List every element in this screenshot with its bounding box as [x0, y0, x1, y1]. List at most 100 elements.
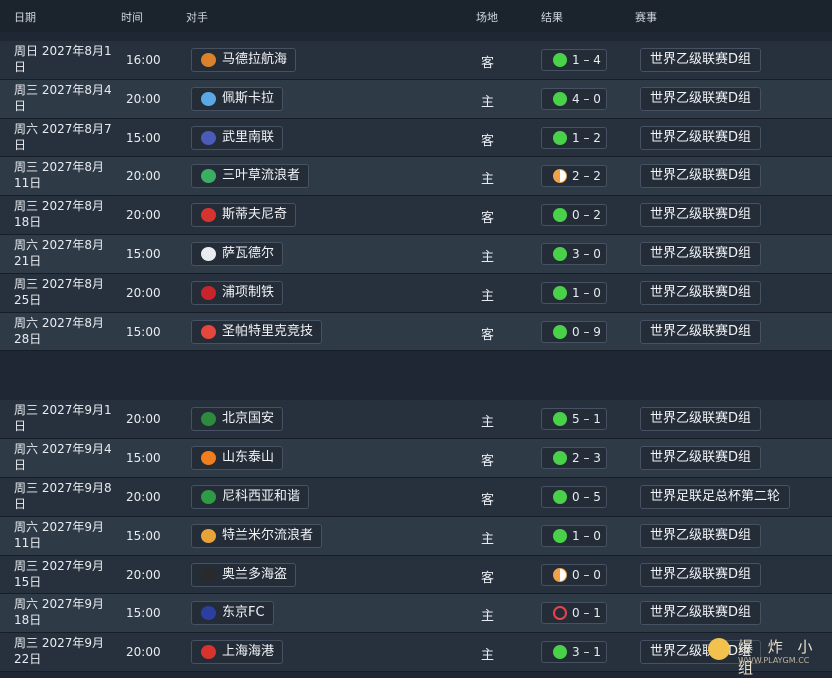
- result-button[interactable]: 2 – 3: [541, 447, 607, 470]
- opponent-button[interactable]: 斯蒂夫尼奇: [191, 203, 297, 228]
- result-button[interactable]: 1 – 0: [541, 524, 607, 547]
- result-win-icon: [553, 130, 567, 145]
- result-win-icon: [553, 489, 567, 504]
- result-button[interactable]: 3 – 0: [541, 242, 607, 265]
- fixture-row[interactable]: 周六 2027年9月4日 15:00 山东泰山 客 2 – 3 世界乙级联赛D组: [0, 439, 832, 478]
- fixture-row[interactable]: 周三 2027年8月4日 20:00 佩斯卡拉 主 4 – 0 世界乙级联赛D组: [0, 79, 832, 119]
- result-score: 3 – 0: [572, 246, 601, 261]
- result-button[interactable]: 1 – 4: [541, 49, 607, 71]
- fixture-row[interactable]: 周三 2027年9月1日 20:00 北京国安 主 5 – 1 世界乙级联赛D组: [0, 400, 832, 440]
- fixture-time: 15:00: [126, 130, 161, 145]
- competition-button[interactable]: 世界乙级联赛D组: [640, 164, 762, 189]
- result-button[interactable]: 5 – 1: [541, 408, 607, 431]
- competition-button[interactable]: 世界乙级联赛D组: [640, 562, 762, 587]
- opponent-button[interactable]: 东京FC: [191, 601, 274, 626]
- competition-button[interactable]: 世界乙级联赛D组: [640, 446, 762, 471]
- opponent-name: 上海海港: [222, 644, 275, 660]
- opponent-button[interactable]: 浦项制铁: [191, 280, 284, 305]
- fixture-venue: 客: [481, 327, 495, 343]
- competition-button[interactable]: 世界乙级联赛D组: [640, 86, 762, 111]
- result-button[interactable]: 0 – 5: [541, 485, 607, 508]
- club-badge-icon: [201, 528, 216, 543]
- result-button[interactable]: 1 – 0: [541, 281, 607, 304]
- fixture-date: 周六 2027年8月21日: [14, 237, 104, 268]
- competition-button[interactable]: 世界乙级联赛D组: [640, 203, 762, 228]
- header-time[interactable]: 时间: [121, 9, 143, 25]
- fixture-time: 20:00: [126, 489, 161, 504]
- result-button[interactable]: 3 – 1: [541, 641, 607, 664]
- header-result[interactable]: 结果: [541, 9, 563, 25]
- competition-button[interactable]: 世界乙级联赛D组: [640, 407, 762, 432]
- opponent-name: 奥兰多海盗: [222, 566, 288, 582]
- result-button[interactable]: 0 – 1: [541, 602, 607, 625]
- opponent-button[interactable]: 尼科西亚和谐: [191, 484, 310, 509]
- fixture-date: 周日 2027年8月1日: [14, 44, 112, 74]
- club-badge-icon: [201, 645, 216, 660]
- fixture-row[interactable]: 周日 2027年8月1日 16:00 马德拉航海 客 1 – 4 世界乙级联赛D组: [0, 41, 832, 80]
- result-button[interactable]: 1 – 2: [541, 126, 607, 149]
- header-competition[interactable]: 赛事: [635, 9, 657, 25]
- result-button[interactable]: 0 – 2: [541, 204, 607, 227]
- opponent-button[interactable]: 萨瓦德尔: [191, 241, 284, 266]
- opponent-button[interactable]: 马德拉航海: [191, 48, 297, 72]
- fixture-date: 周六 2027年9月4日: [14, 442, 112, 473]
- competition-name: 世界乙级联赛D组: [650, 450, 752, 466]
- fixture-row[interactable]: 周六 2027年9月18日 15:00 东京FC 主 0 – 1 世界乙级联赛D组: [0, 594, 832, 634]
- result-win-icon: [553, 285, 567, 300]
- opponent-name: 东京FC: [222, 605, 265, 621]
- fixture-row[interactable]: 周六 2027年8月21日 15:00 萨瓦德尔 主 3 – 0 世界乙级联赛D组: [0, 234, 832, 274]
- competition-button[interactable]: 世界乙级联赛D组: [640, 319, 762, 344]
- fixture-row[interactable]: 周六 2027年8月28日 15:00 圣帕特里克竞技 客 0 – 9 世界乙级联赛D组: [0, 312, 832, 352]
- competition-button[interactable]: 世界乙级联赛D组: [640, 48, 762, 72]
- opponent-button[interactable]: 特兰米尔流浪者: [191, 523, 323, 548]
- club-badge-icon: [201, 412, 216, 427]
- opponent-button[interactable]: 三叶草流浪者: [191, 164, 310, 189]
- fixture-row[interactable]: 周三 2027年8月18日 20:00 斯蒂夫尼奇 客 0 – 2 世界乙级联赛D组: [0, 196, 832, 235]
- opponent-button[interactable]: 山东泰山: [191, 446, 284, 471]
- fixture-date: 周三 2027年9月8日: [14, 480, 112, 511]
- result-score: 4 – 0: [572, 91, 601, 106]
- competition-button[interactable]: 世界乙级联赛D组: [640, 601, 762, 626]
- result-button[interactable]: 0 – 0: [541, 563, 607, 586]
- fixture-date: 周六 2027年8月7日: [14, 121, 112, 152]
- result-button[interactable]: 4 – 0: [541, 87, 607, 110]
- header-opponent[interactable]: 对手: [186, 9, 208, 25]
- header-date[interactable]: 日期: [14, 9, 36, 25]
- competition-name: 世界乙级联赛D组: [650, 284, 752, 300]
- fixture-row[interactable]: 周三 2027年9月15日 20:00 奥兰多海盗 客 0 – 0 世界乙级联赛D组: [0, 555, 832, 595]
- competition-button[interactable]: 世界乙级联赛D组: [640, 241, 762, 266]
- result-button[interactable]: 2 – 2: [541, 165, 607, 188]
- header-venue[interactable]: 场地: [476, 9, 498, 25]
- watermark-url: WWW.PLAYGM.CC: [738, 656, 810, 665]
- competition-name: 世界足联足总杯第二轮: [650, 488, 781, 504]
- result-score: 1 – 2: [572, 130, 601, 145]
- opponent-button[interactable]: 北京国安: [191, 407, 284, 432]
- fixture-row[interactable]: 周六 2027年9月11日 15:00 特兰米尔流浪者 主 1 – 0 世界乙级联赛D组: [0, 516, 832, 556]
- opponent-name: 山东泰山: [222, 450, 275, 466]
- opponent-button[interactable]: 佩斯卡拉: [191, 86, 284, 111]
- fixture-row[interactable]: 周三 2027年8月11日 20:00 三叶草流浪者 主 2 – 2 世界乙级联赛D组: [0, 157, 832, 197]
- result-draw-icon: [553, 169, 567, 184]
- competition-name: 世界乙级联赛D组: [650, 207, 752, 223]
- competition-button[interactable]: 世界乙级联赛D组: [640, 523, 762, 548]
- competition-name: 世界乙级联赛D组: [650, 245, 752, 261]
- competition-button[interactable]: 世界乙级联赛D组: [640, 280, 762, 305]
- opponent-button[interactable]: 奥兰多海盗: [191, 562, 297, 587]
- opponent-name: 北京国安: [222, 411, 275, 427]
- fixture-row[interactable]: 周六 2027年8月7日 15:00 武里南联 客 1 – 2 世界乙级联赛D组: [0, 118, 832, 158]
- fixture-venue: 客: [481, 570, 495, 586]
- fixture-row[interactable]: 周三 2027年8月25日 20:00 浦项制铁 主 1 – 0 世界乙级联赛D组: [0, 273, 832, 313]
- opponent-button[interactable]: 上海海港: [191, 640, 284, 665]
- competition-button[interactable]: 世界乙级联赛D组: [640, 125, 762, 150]
- fixture-date: 周六 2027年9月11日: [14, 519, 104, 550]
- opponent-name: 圣帕特里克竞技: [222, 323, 314, 339]
- result-score: 2 – 2: [572, 169, 601, 184]
- opponent-button[interactable]: 圣帕特里克竞技: [191, 319, 323, 344]
- opponent-button[interactable]: 武里南联: [191, 125, 284, 150]
- fixture-row[interactable]: 周三 2027年9月8日 20:00 尼科西亚和谐 客 0 – 5 世界足联足总杯第二轮: [0, 477, 832, 517]
- fixture-date: 周三 2027年8月11日: [14, 160, 104, 191]
- competition-button[interactable]: 世界足联足总杯第二轮: [640, 484, 791, 509]
- fixture-time: 16:00: [126, 53, 161, 67]
- result-score: 0 – 9: [572, 324, 601, 339]
- result-button[interactable]: 0 – 9: [541, 320, 607, 343]
